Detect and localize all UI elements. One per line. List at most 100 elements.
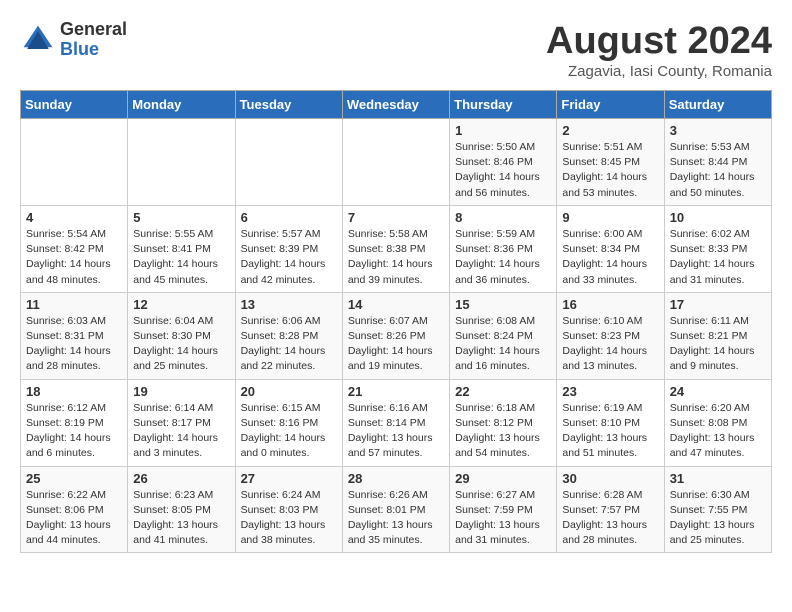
day-cell — [21, 119, 128, 206]
day-info: Sunrise: 6:26 AM Sunset: 8:01 PM Dayligh… — [348, 488, 444, 549]
day-info: Sunrise: 6:04 AM Sunset: 8:30 PM Dayligh… — [133, 314, 229, 375]
week-row-3: 11 Sunrise: 6:03 AM Sunset: 8:31 PM Dayli… — [21, 292, 772, 379]
day-info: Sunrise: 6:08 AM Sunset: 8:24 PM Dayligh… — [455, 314, 551, 375]
day-cell: 19 Sunrise: 6:14 AM Sunset: 8:17 PM Dayli… — [128, 379, 235, 466]
logo-icon — [20, 22, 56, 58]
logo: General Blue — [20, 20, 127, 60]
day-number: 29 — [455, 471, 551, 486]
day-cell: 13 Sunrise: 6:06 AM Sunset: 8:28 PM Dayli… — [235, 292, 342, 379]
day-cell: 20 Sunrise: 6:15 AM Sunset: 8:16 PM Dayli… — [235, 379, 342, 466]
title-area: August 2024 Zagavia, Iasi County, Romani… — [546, 20, 772, 80]
day-number: 8 — [455, 210, 551, 225]
day-number: 17 — [670, 297, 766, 312]
day-cell: 11 Sunrise: 6:03 AM Sunset: 8:31 PM Dayli… — [21, 292, 128, 379]
weekday-header-friday: Friday — [557, 91, 664, 119]
day-number: 28 — [348, 471, 444, 486]
day-cell: 2 Sunrise: 5:51 AM Sunset: 8:45 PM Daylig… — [557, 119, 664, 206]
day-cell: 3Sunrise: 5:53 AM Sunset: 8:44 PM Daylig… — [664, 119, 771, 206]
day-number: 11 — [26, 297, 122, 312]
day-cell — [128, 119, 235, 206]
day-cell: 27Sunrise: 6:24 AM Sunset: 8:03 PM Dayli… — [235, 466, 342, 553]
day-number: 4 — [26, 210, 122, 225]
day-number: 5 — [133, 210, 229, 225]
day-info: Sunrise: 5:54 AM Sunset: 8:42 PM Dayligh… — [26, 227, 122, 288]
day-cell: 7 Sunrise: 5:58 AM Sunset: 8:38 PM Daylig… — [342, 205, 449, 292]
weekday-header-wednesday: Wednesday — [342, 91, 449, 119]
day-cell: 28 Sunrise: 6:26 AM Sunset: 8:01 PM Dayli… — [342, 466, 449, 553]
day-number: 13 — [241, 297, 337, 312]
day-cell: 26 Sunrise: 6:23 AM Sunset: 8:05 PM Dayli… — [128, 466, 235, 553]
day-number: 25 — [26, 471, 122, 486]
day-number: 22 — [455, 384, 551, 399]
day-number: 21 — [348, 384, 444, 399]
day-number: 9 — [562, 210, 658, 225]
day-number: 30 — [562, 471, 658, 486]
day-info: Sunrise: 6:22 AM Sunset: 8:06 PM Dayligh… — [26, 488, 122, 549]
day-cell: 25 Sunrise: 6:22 AM Sunset: 8:06 PM Dayli… — [21, 466, 128, 553]
weekday-header-monday: Monday — [128, 91, 235, 119]
day-info: Sunrise: 6:11 AM Sunset: 8:21 PM Dayligh… — [670, 314, 766, 375]
day-cell: 1 Sunrise: 5:50 AM Sunset: 8:46 PM Daylig… — [450, 119, 557, 206]
day-info: Sunrise: 6:19 AM Sunset: 8:10 PM Dayligh… — [562, 401, 658, 462]
week-row-5: 25 Sunrise: 6:22 AM Sunset: 8:06 PM Dayli… — [21, 466, 772, 553]
day-cell — [235, 119, 342, 206]
weekday-header-saturday: Saturday — [664, 91, 771, 119]
day-cell: 29Sunrise: 6:27 AM Sunset: 7:59 PM Dayli… — [450, 466, 557, 553]
day-cell: 22Sunrise: 6:18 AM Sunset: 8:12 PM Dayli… — [450, 379, 557, 466]
day-info: Sunrise: 6:10 AM Sunset: 8:23 PM Dayligh… — [562, 314, 658, 375]
day-cell: 5 Sunrise: 5:55 AM Sunset: 8:41 PM Daylig… — [128, 205, 235, 292]
day-info: Sunrise: 5:58 AM Sunset: 8:38 PM Dayligh… — [348, 227, 444, 288]
day-number: 14 — [348, 297, 444, 312]
day-cell — [342, 119, 449, 206]
day-info: Sunrise: 5:50 AM Sunset: 8:46 PM Dayligh… — [455, 140, 551, 201]
day-info: Sunrise: 5:51 AM Sunset: 8:45 PM Dayligh… — [562, 140, 658, 201]
day-info: Sunrise: 6:07 AM Sunset: 8:26 PM Dayligh… — [348, 314, 444, 375]
week-row-4: 18 Sunrise: 6:12 AM Sunset: 8:19 PM Dayli… — [21, 379, 772, 466]
day-info: Sunrise: 6:20 AM Sunset: 8:08 PM Dayligh… — [670, 401, 766, 462]
day-info: Sunrise: 6:12 AM Sunset: 8:19 PM Dayligh… — [26, 401, 122, 462]
day-info: Sunrise: 6:23 AM Sunset: 8:05 PM Dayligh… — [133, 488, 229, 549]
day-number: 3 — [670, 123, 766, 138]
day-cell: 24 Sunrise: 6:20 AM Sunset: 8:08 PM Dayli… — [664, 379, 771, 466]
logo-text: General Blue — [60, 20, 127, 60]
day-number: 27 — [241, 471, 337, 486]
day-info: Sunrise: 6:16 AM Sunset: 8:14 PM Dayligh… — [348, 401, 444, 462]
day-number: 26 — [133, 471, 229, 486]
day-number: 10 — [670, 210, 766, 225]
day-number: 15 — [455, 297, 551, 312]
day-cell: 12Sunrise: 6:04 AM Sunset: 8:30 PM Dayli… — [128, 292, 235, 379]
logo-general-text: General — [60, 20, 127, 40]
day-cell: 9 Sunrise: 6:00 AM Sunset: 8:34 PM Daylig… — [557, 205, 664, 292]
day-info: Sunrise: 6:28 AM Sunset: 7:57 PM Dayligh… — [562, 488, 658, 549]
day-info: Sunrise: 6:15 AM Sunset: 8:16 PM Dayligh… — [241, 401, 337, 462]
day-number: 20 — [241, 384, 337, 399]
week-row-1: 1 Sunrise: 5:50 AM Sunset: 8:46 PM Daylig… — [21, 119, 772, 206]
day-cell: 10 Sunrise: 6:02 AM Sunset: 8:33 PM Dayli… — [664, 205, 771, 292]
day-cell: 8 Sunrise: 5:59 AM Sunset: 8:36 PM Daylig… — [450, 205, 557, 292]
day-cell: 14 Sunrise: 6:07 AM Sunset: 8:26 PM Dayli… — [342, 292, 449, 379]
day-cell: 4 Sunrise: 5:54 AM Sunset: 8:42 PM Daylig… — [21, 205, 128, 292]
day-number: 16 — [562, 297, 658, 312]
day-info: Sunrise: 6:03 AM Sunset: 8:31 PM Dayligh… — [26, 314, 122, 375]
day-info: Sunrise: 6:06 AM Sunset: 8:28 PM Dayligh… — [241, 314, 337, 375]
day-cell: 18 Sunrise: 6:12 AM Sunset: 8:19 PM Dayli… — [21, 379, 128, 466]
day-number: 23 — [562, 384, 658, 399]
day-number: 18 — [26, 384, 122, 399]
day-number: 7 — [348, 210, 444, 225]
weekday-header-thursday: Thursday — [450, 91, 557, 119]
day-number: 24 — [670, 384, 766, 399]
day-info: Sunrise: 5:57 AM Sunset: 8:39 PM Dayligh… — [241, 227, 337, 288]
day-info: Sunrise: 5:59 AM Sunset: 8:36 PM Dayligh… — [455, 227, 551, 288]
header: General Blue August 2024 Zagavia, Iasi C… — [20, 20, 772, 80]
day-cell: 21 Sunrise: 6:16 AM Sunset: 8:14 PM Dayli… — [342, 379, 449, 466]
day-info: Sunrise: 6:14 AM Sunset: 8:17 PM Dayligh… — [133, 401, 229, 462]
weekday-header-tuesday: Tuesday — [235, 91, 342, 119]
day-info: Sunrise: 5:55 AM Sunset: 8:41 PM Dayligh… — [133, 227, 229, 288]
weekday-header-sunday: Sunday — [21, 91, 128, 119]
logo-blue-text: Blue — [60, 40, 127, 60]
day-number: 1 — [455, 123, 551, 138]
day-info: Sunrise: 6:02 AM Sunset: 8:33 PM Dayligh… — [670, 227, 766, 288]
day-number: 2 — [562, 123, 658, 138]
day-number: 19 — [133, 384, 229, 399]
day-info: Sunrise: 6:00 AM Sunset: 8:34 PM Dayligh… — [562, 227, 658, 288]
